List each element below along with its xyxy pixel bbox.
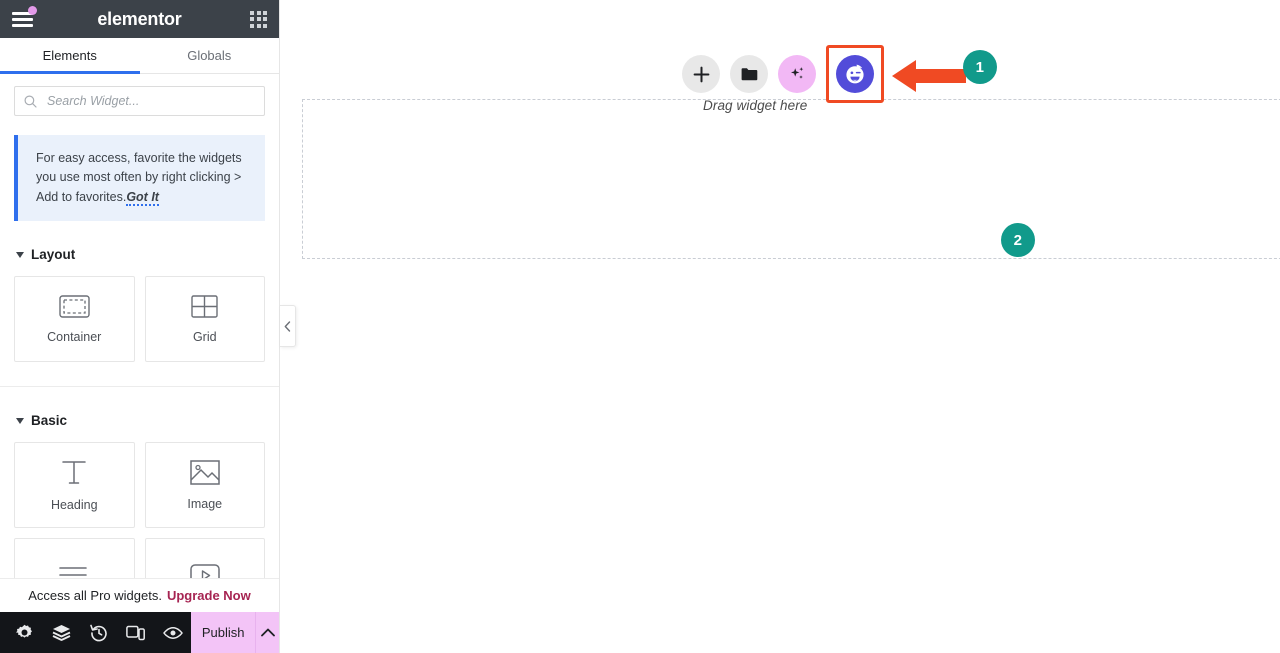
elementor-editor: Drag widget here 1 2 elementor Elements (0, 0, 1280, 653)
settings-gear-icon (16, 624, 32, 638)
section-layout-title: Layout (31, 247, 76, 263)
section-layout: Layout Container Grid (0, 247, 279, 363)
navigator-layers-icon (52, 625, 71, 641)
section-basic-header[interactable]: Basic (0, 413, 279, 428)
chevron-left-icon (284, 320, 291, 332)
got-it-link[interactable]: Got It (126, 189, 159, 206)
preview-button[interactable] (154, 612, 191, 653)
publish-options-button[interactable] (255, 612, 279, 653)
panel-bottom-bar: Publish (0, 612, 279, 653)
add-element-button[interactable] (682, 55, 720, 93)
history-icon (89, 624, 107, 641)
menu-hamburger-icon[interactable] (12, 6, 37, 30)
widget-text-editor[interactable] (14, 538, 135, 578)
section-divider (0, 386, 279, 388)
widget-image[interactable]: Image (144, 442, 265, 529)
section-basic-title: Basic (31, 413, 68, 429)
add-template-button[interactable] (730, 55, 768, 93)
tab-globals-label: Globals (187, 48, 232, 63)
image-icon (190, 459, 220, 485)
apps-grid-icon[interactable] (250, 10, 267, 28)
widget-add-toolbar (682, 45, 884, 103)
favorites-notice: For easy access, favorite the widgets yo… (14, 135, 265, 222)
responsive-mode-button[interactable] (117, 612, 154, 653)
chevron-up-icon (260, 628, 275, 637)
notification-dot-icon (28, 6, 37, 15)
publish-button[interactable]: Publish (191, 612, 256, 653)
widget-container-label: Container (47, 329, 102, 344)
widget-video[interactable] (144, 538, 265, 578)
panel-collapse-button[interactable] (280, 305, 296, 347)
drag-widget-hint: Drag widget here (703, 98, 808, 113)
panel-header: elementor (0, 0, 279, 38)
widget-image-label: Image (187, 496, 223, 511)
pointer-arrow (892, 60, 966, 92)
history-button[interactable] (80, 612, 117, 653)
app-title: elementor (97, 8, 182, 29)
text-editor-icon (59, 567, 88, 576)
folder-icon (741, 67, 757, 80)
navigator-button[interactable] (43, 612, 80, 653)
widget-heading[interactable]: Heading (14, 442, 135, 529)
selected-widget-highlight (826, 45, 884, 103)
winking-face-icon (846, 64, 864, 84)
preview-eye-icon (162, 626, 183, 639)
widget-grid-label: Grid (192, 329, 217, 344)
search-row (0, 74, 279, 116)
annotation-badge-2: 2 (1001, 223, 1035, 257)
panel-scroll-area[interactable]: For easy access, favorite the widgets yo… (0, 74, 279, 578)
search-icon (24, 94, 37, 108)
panel-tabs: Elements Globals (0, 38, 279, 74)
pro-upgrade-bar: Access all Pro widgets. Upgrade Now (0, 578, 279, 612)
section-layout-header[interactable]: Layout (0, 247, 279, 262)
caret-down-icon (16, 251, 24, 258)
section-layout-widgets: Container Grid (0, 262, 279, 363)
annotation-badge-1: 1 (963, 50, 997, 84)
sparkles-icon (790, 66, 803, 79)
tab-elements[interactable]: Elements (0, 38, 140, 74)
widget-container[interactable]: Container (14, 276, 135, 363)
upgrade-now-link[interactable]: Upgrade Now (167, 588, 251, 603)
widget-heading-label: Heading (50, 497, 98, 512)
plus-icon (693, 66, 709, 82)
section-basic-widgets: Heading Image (0, 428, 279, 578)
publish-button-label: Publish (201, 625, 245, 640)
widget-grid[interactable]: Grid (144, 276, 265, 363)
tab-elements-label: Elements (42, 48, 97, 63)
bottom-bar-icons (0, 612, 191, 653)
responsive-mode-icon (126, 625, 145, 640)
search-input[interactable] (45, 93, 255, 109)
pro-bar-text: Access all Pro widgets. (28, 588, 162, 603)
bluuweb-widget-button[interactable] (836, 55, 874, 93)
section-basic: Basic Heading Image (0, 413, 279, 578)
elementor-side-panel: elementor Elements Globals Search Widget… (0, 0, 280, 653)
empty-container-dropzone[interactable] (302, 99, 1280, 259)
tab-globals[interactable]: Globals (140, 38, 280, 73)
grid-icon (191, 294, 218, 318)
ai-button[interactable] (778, 55, 816, 93)
heading-icon (62, 460, 86, 484)
editor-canvas[interactable]: Drag widget here 1 2 (280, 0, 1280, 653)
search-box[interactable] (14, 86, 265, 116)
video-icon (190, 563, 220, 578)
settings-gear-button[interactable] (6, 612, 43, 653)
caret-down-icon (16, 417, 24, 424)
container-icon (59, 294, 90, 318)
